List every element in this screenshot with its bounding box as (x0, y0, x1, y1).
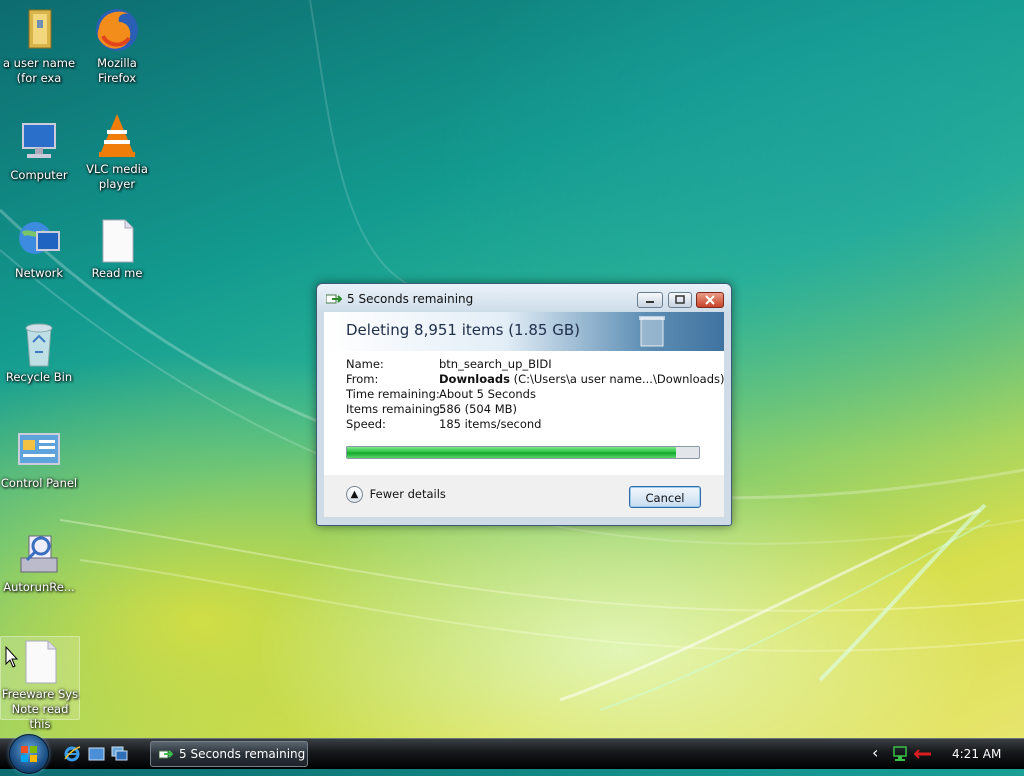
fewer-details-label: Fewer details (369, 487, 446, 501)
tray-expand-chevron-icon[interactable]: ‹ (872, 743, 878, 762)
progress-bar (346, 446, 700, 459)
time-remaining-value: About 5 Seconds (439, 387, 536, 401)
vlc-icon (93, 112, 141, 160)
desktop-icon-vlc[interactable]: VLC media player (78, 112, 156, 192)
desktop-icon-label: Recycle Bin (5, 370, 73, 384)
progress-bar-fill (347, 447, 677, 458)
windows-logo-icon (21, 746, 37, 762)
desktop-icon-label: VLC media player (86, 162, 148, 191)
internet-explorer-icon[interactable] (64, 746, 81, 762)
desktop-icon-control-panel[interactable]: Control Panel (0, 426, 78, 491)
maximize-icon (675, 295, 685, 304)
desktop-icon-label: a user name (for exa (2, 56, 76, 85)
show-desktop-icon[interactable] (88, 746, 105, 762)
clock[interactable]: 4:21 AM (952, 747, 1001, 761)
desktop-icon-firefox[interactable]: Mozilla Firefox (78, 6, 156, 86)
minimize-button[interactable] (637, 292, 663, 308)
desktop-icon-label: Network (14, 266, 64, 280)
desktop-icon-user-folder[interactable]: a user name (for exa (0, 6, 78, 86)
minimize-icon (646, 301, 654, 303)
desktop-icon-read-me[interactable]: Read me (78, 216, 156, 281)
desktop-icon-label: Read me (91, 266, 143, 280)
control-panel-icon (15, 426, 63, 474)
from-folder-link[interactable]: Downloads (439, 372, 510, 386)
network-status-icon[interactable] (892, 746, 910, 762)
taskbar-item-delete-progress[interactable]: 5 Seconds remaining (150, 741, 308, 767)
speed-value: 185 items/second (439, 417, 542, 431)
network-disconnected-icon[interactable] (914, 746, 932, 762)
fewer-details-toggle[interactable]: ▲ Fewer details (346, 486, 446, 503)
user-folder-icon (15, 6, 63, 54)
items-remaining-value: 586 (504 MB) (439, 402, 517, 416)
firefox-icon (93, 6, 141, 54)
maximize-button[interactable] (668, 292, 692, 308)
recycle-bin-icon (15, 320, 63, 368)
cancel-button[interactable]: Cancel (629, 486, 701, 508)
network-icon (15, 216, 63, 264)
chevron-up-icon: ▲ (346, 486, 363, 503)
desktop-icon-computer[interactable]: Computer (0, 118, 78, 183)
desktop-icon-label: Computer (10, 168, 68, 182)
dialog-title: 5 Seconds remaining (347, 292, 474, 306)
dialog-footer: ▲ Fewer details Cancel (324, 475, 724, 517)
text-file-icon (16, 637, 64, 685)
desktop-icon-label: Mozilla Firefox (97, 56, 137, 85)
start-button[interactable] (9, 734, 49, 774)
time-remaining-label: Time remaining: (346, 387, 440, 401)
speed-label: Speed: (346, 417, 386, 431)
close-icon (705, 295, 715, 305)
desktop-icon-label: Control Panel (0, 476, 78, 490)
recycle-bin-animation-icon (639, 316, 665, 347)
taskbar-item-label: 5 Seconds remaining (179, 747, 306, 761)
dialog-titlebar[interactable]: 5 Seconds remaining (317, 284, 731, 312)
dialog-details: Name: btn_search_up_BIDI From: Downloads… (324, 351, 724, 476)
mouse-cursor-icon (5, 646, 19, 668)
desktop-icon-label: Freeware Sys Note read this (1, 687, 79, 731)
dialog-header: Deleting 8,951 items (1.85 GB) (324, 312, 724, 351)
name-value: btn_search_up_BIDI (439, 357, 552, 371)
delete-progress-dialog: 5 Seconds remaining Deleting 8,951 items… (316, 283, 732, 526)
text-file-icon (93, 216, 141, 264)
desktop-icon-recycle-bin[interactable]: Recycle Bin (0, 320, 78, 385)
items-remaining-label: Items remaining: (346, 402, 444, 416)
taskbar: 5 Seconds remaining ‹ 4:21 AM (0, 734, 1024, 774)
desktop-icon-autorun[interactable]: AutorunRe... (0, 530, 78, 595)
desktop-icon-label: AutorunRe... (3, 580, 75, 594)
from-path: (C:\Users\a user name...\Downloads) (513, 372, 725, 386)
file-operation-icon (159, 750, 173, 759)
desktop-icon-network[interactable]: Network (0, 216, 78, 281)
name-label: Name: (346, 357, 384, 371)
autorun-icon (15, 530, 63, 578)
close-button[interactable] (696, 292, 724, 308)
computer-icon (15, 118, 63, 166)
file-operation-icon (326, 294, 342, 304)
from-label: From: (346, 372, 379, 386)
dialog-heading: Deleting 8,951 items (1.85 GB) (346, 321, 580, 339)
from-value: Downloads (C:\Users\a user name...\Downl… (439, 372, 724, 386)
switch-windows-icon[interactable] (111, 746, 128, 762)
